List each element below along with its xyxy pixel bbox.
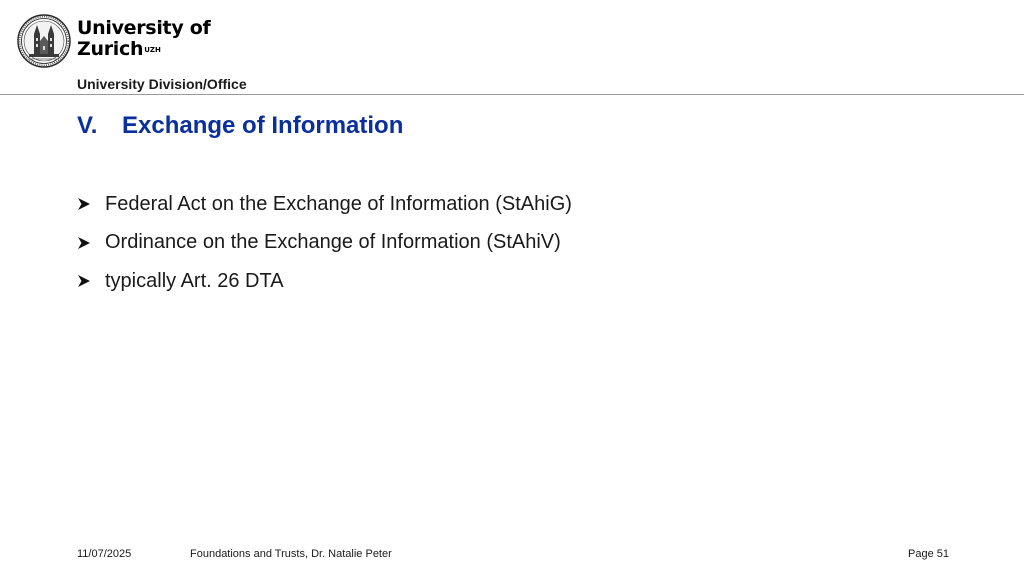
list-item: typically Art. 26 DTA [77,262,572,301]
header-divider [0,94,1024,95]
university-seal-icon [17,14,71,68]
list-item: Federal Act on the Exchange of Informati… [77,185,572,224]
footer-credit: Foundations and Trusts, Dr. Natalie Pete… [190,548,392,560]
footer-page-number: Page 51 [908,548,949,560]
division-label: University Division/Office [77,76,247,92]
arrowhead-bullet-icon [77,197,105,211]
bullet-text: Federal Act on the Exchange of Informati… [105,192,572,215]
slide-title: V. Exchange of Information [77,112,403,140]
slide-title-text: Exchange of Information [122,112,404,139]
footer-date: 11/07/2025 [77,548,132,560]
list-item: Ordinance on the Exchange of Information… [77,224,572,263]
wordmark-abbreviation: UZH [144,46,161,54]
wordmark-line-1: University of [77,17,211,39]
wordmark-city: Zurich [77,38,144,60]
arrowhead-bullet-icon [77,236,105,250]
slide-title-number: V. [77,112,98,139]
university-wordmark: University of ZurichUZH [77,17,211,60]
bullet-list: Federal Act on the Exchange of Informati… [77,185,572,301]
arrowhead-bullet-icon [77,274,105,288]
wordmark-line-2: ZurichUZH [77,39,210,60]
bullet-text: typically Art. 26 DTA [105,269,284,292]
bullet-text: Ordinance on the Exchange of Information… [105,231,561,254]
